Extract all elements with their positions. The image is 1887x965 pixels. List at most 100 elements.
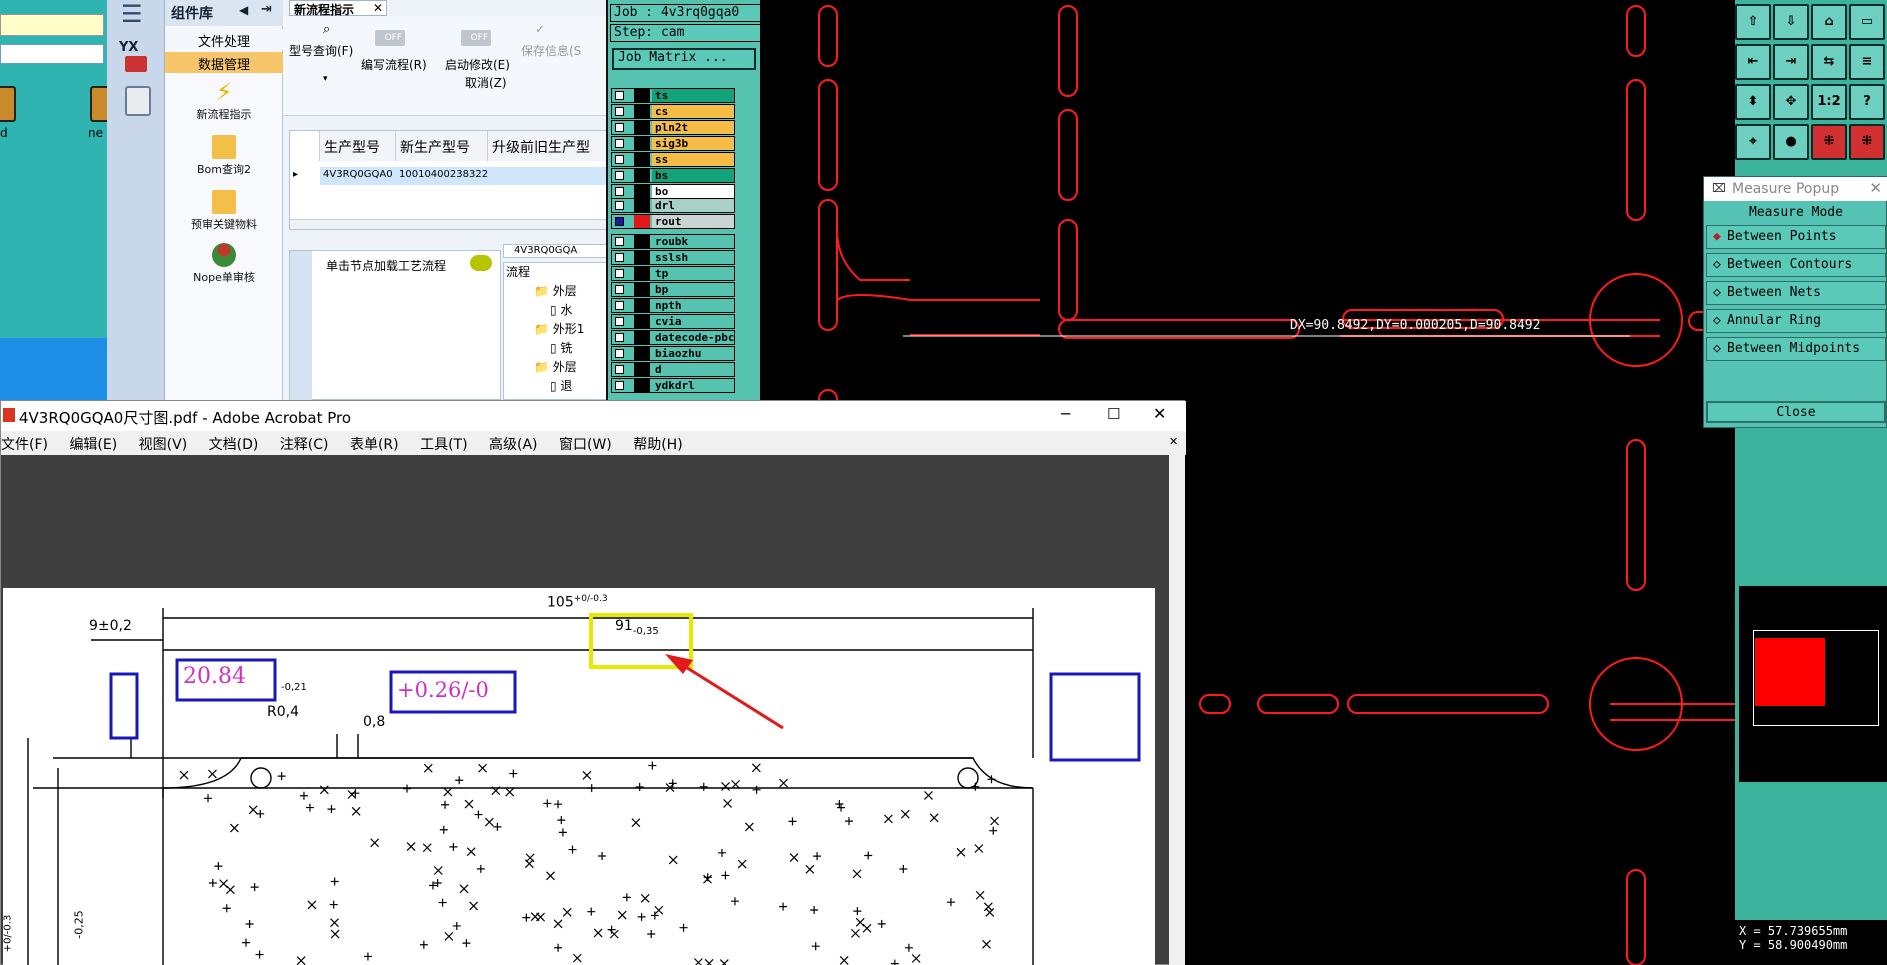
layer-checkbox[interactable]	[615, 155, 624, 164]
layer-color-swatch[interactable]	[634, 347, 650, 360]
layer-color-swatch[interactable]	[634, 153, 650, 166]
layer-color-swatch[interactable]	[634, 299, 650, 312]
layer-color-swatch[interactable]	[634, 121, 650, 134]
layer-color-swatch[interactable]	[634, 137, 650, 150]
layer-checkbox[interactable]	[615, 317, 624, 326]
tool-down-icon[interactable]: ⇩	[1773, 4, 1809, 40]
help-icon[interactable]: ?	[1849, 84, 1885, 120]
tree-item[interactable]: 📁 外层	[504, 282, 606, 299]
layer-row[interactable]: cvia	[611, 314, 735, 329]
layer-checkbox[interactable]	[615, 301, 624, 310]
fit-icon[interactable]: ⬍	[1735, 84, 1771, 120]
module-item-bom[interactable]: Bom查询2	[165, 135, 283, 177]
column-header[interactable]: 升级前旧生产型	[488, 131, 608, 161]
tool-list-icon[interactable]: ≡	[1849, 44, 1885, 80]
tool-extra-icon[interactable]: ▭	[1849, 4, 1885, 40]
tool-right-icon[interactable]: ⇥	[1773, 44, 1809, 80]
start-edit-button[interactable]: 启动修改(E)	[445, 56, 510, 73]
layer-color-swatch[interactable]	[634, 235, 650, 248]
layer-checkbox[interactable]	[615, 201, 624, 210]
module-item-preview[interactable]: 预审关键物料	[165, 190, 283, 232]
layer-checkbox[interactable]	[615, 139, 624, 148]
calculator-icon[interactable]	[125, 86, 151, 116]
layer-checkbox[interactable]	[615, 237, 624, 246]
module-button-file[interactable]: 文件处理	[165, 29, 283, 50]
layer-row[interactable]: biaozhu	[611, 346, 735, 361]
desktop-file-icon[interactable]	[0, 86, 16, 122]
menu-item[interactable]: 注释(C)	[280, 437, 329, 453]
close-icon[interactable]: ✕	[373, 1, 383, 15]
close-button[interactable]: Close	[1706, 401, 1886, 423]
start-toggle[interactable]: OFF	[461, 30, 491, 46]
module-item-nope[interactable]: Nope单审核	[165, 243, 283, 285]
query-button[interactable]: 型号查询(F)	[289, 42, 353, 59]
zoom-icon[interactable]: ✥	[1773, 84, 1809, 120]
menu-item[interactable]: 高级(A)	[489, 437, 538, 453]
layer-row[interactable]: drl	[611, 198, 735, 213]
menu-item[interactable]: 视图(V)	[139, 437, 188, 453]
module-button-data[interactable]: 数据管理	[165, 52, 283, 73]
layer-checkbox[interactable]	[615, 253, 624, 262]
layer-checkbox[interactable]	[615, 349, 624, 358]
layer-row[interactable]: bp	[611, 282, 735, 297]
minimize-icon[interactable]: ─	[1061, 405, 1070, 423]
measure-icon[interactable]: ⌖	[1735, 124, 1771, 160]
menu-icon[interactable]: ☰	[121, 0, 143, 28]
cancel-button[interactable]: 取消(Z)	[465, 74, 507, 91]
layer-checkbox[interactable]	[615, 187, 624, 196]
layer-color-swatch[interactable]	[634, 215, 650, 228]
overview-map[interactable]	[1739, 586, 1887, 782]
layer-checkbox[interactable]	[615, 365, 624, 374]
layer-checkbox[interactable]	[615, 381, 624, 390]
close-icon[interactable]: ✕	[1869, 179, 1882, 197]
menu-item[interactable]: 文件(F)	[1, 437, 48, 453]
layer-row[interactable]: datecode-pbc	[611, 330, 735, 345]
home-icon[interactable]: ⌂	[1811, 4, 1847, 40]
layer-color-swatch[interactable]	[634, 169, 650, 182]
maximize-icon[interactable]: ☐	[1107, 405, 1120, 423]
layer-color-swatch[interactable]	[634, 379, 650, 392]
pin-icon[interactable]: ⇥	[261, 2, 272, 17]
desktop-search[interactable]	[0, 44, 104, 64]
layer-color-swatch[interactable]	[634, 105, 650, 118]
menu-item[interactable]: 帮助(H)	[633, 437, 682, 453]
layer-checkbox[interactable]	[615, 217, 624, 226]
option-between-midpoints[interactable]: ◇ Between Midpoints	[1706, 337, 1886, 361]
layer-row[interactable]: ts	[611, 88, 735, 103]
layer-color-swatch[interactable]	[634, 185, 650, 198]
layer-checkbox[interactable]	[615, 269, 624, 278]
layer-row[interactable]: d	[611, 362, 735, 377]
layer-checkbox[interactable]	[615, 171, 624, 180]
tree-item[interactable]: ▯ 铣	[504, 339, 606, 356]
layer-color-swatch[interactable]	[634, 89, 650, 102]
chevron-down-icon[interactable]: ▾	[323, 74, 328, 84]
tab-new-flow[interactable]: 新流程指示 ✕	[289, 0, 387, 17]
tree-item[interactable]: ▯ 水	[504, 301, 606, 318]
layer-checkbox[interactable]	[615, 333, 624, 342]
option-annular-ring[interactable]: ◇ Annular Ring	[1706, 309, 1886, 333]
module-item-new-flow[interactable]: ⚡ 新流程指示	[165, 80, 283, 122]
save-info-button[interactable]: 保存信息(S	[521, 42, 581, 59]
layer-row[interactable]: roubk	[611, 234, 735, 249]
layer-color-swatch[interactable]	[634, 199, 650, 212]
tree-item[interactable]: 📁 外形1	[504, 320, 606, 337]
layer-checkbox[interactable]	[615, 123, 624, 132]
menu-item[interactable]: 工具(T)	[420, 437, 467, 453]
side-tab[interactable]	[290, 251, 312, 401]
menu-item[interactable]: 编辑(E)	[69, 437, 117, 453]
layer-row[interactable]: cs	[611, 104, 735, 119]
vertical-scrollbar[interactable]	[1169, 455, 1185, 965]
layer-row[interactable]: sig3b	[611, 136, 735, 151]
tree-item[interactable]: ▯ 退	[504, 377, 606, 394]
tool-left-icon[interactable]: ⇤	[1735, 44, 1771, 80]
option-between-nets[interactable]: ◇ Between Nets	[1706, 281, 1886, 305]
column-header[interactable]: 新生产型号	[396, 131, 488, 161]
layer-row[interactable]: tp	[611, 266, 735, 281]
menu-item[interactable]: 窗口(W)	[559, 437, 612, 453]
option-between-contours[interactable]: ◇ Between Contours	[1706, 253, 1886, 277]
close-doc-icon[interactable]: ✕	[1169, 435, 1178, 448]
layer-color-swatch[interactable]	[634, 331, 650, 344]
option-between-points[interactable]: ◆ Between Points	[1706, 225, 1886, 249]
tree-item[interactable]: 📁 外层	[504, 358, 606, 375]
layer-row[interactable]: ss	[611, 152, 735, 167]
